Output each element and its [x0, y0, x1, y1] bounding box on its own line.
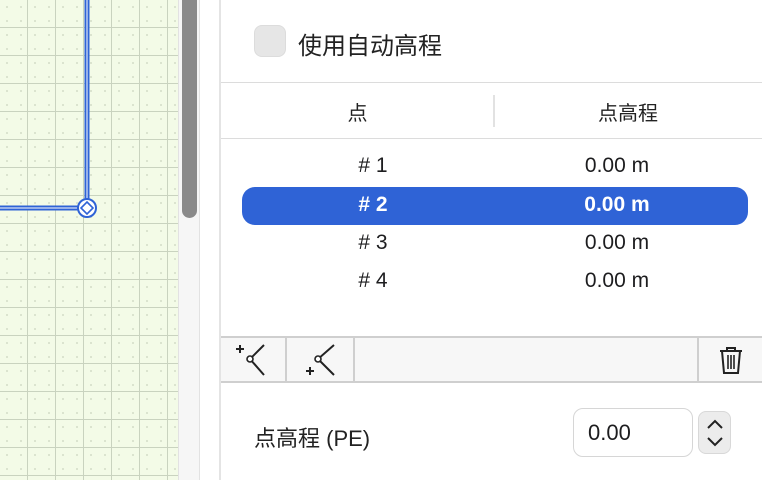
- point-id-cell: # 2: [358, 193, 388, 216]
- trash-icon: [719, 346, 742, 374]
- insert-point-after-button[interactable]: [289, 338, 355, 381]
- insert-point-before-button[interactable]: [221, 338, 287, 381]
- point-id-cell: # 3: [358, 231, 388, 254]
- column-header-elevation[interactable]: 点高程: [494, 97, 762, 126]
- point-elevation-cell: 0.00 m: [584, 231, 650, 254]
- points-table: 点 点高程 # 1 0.00 m # 2 0.00 m # 3 0.00 m # 4 0.00…: [221, 83, 762, 336]
- point-elevation-label: 点高程 (PE): [254, 426, 371, 451]
- column-header-point[interactable]: 点: [221, 97, 494, 126]
- selected-point-handle[interactable]: [77, 198, 97, 218]
- table-header: 点 点高程: [221, 83, 762, 139]
- point-id-cell: # 4: [358, 269, 388, 292]
- table-row[interactable]: # 1 0.00 m: [242, 148, 748, 186]
- point-elevation-cell: 0.00 m: [584, 154, 650, 177]
- point-elevation-row: 点高程 (PE): [221, 384, 762, 480]
- auto-elevation-label: 使用自动高程: [298, 33, 442, 60]
- point-id-cell: # 1: [358, 154, 388, 177]
- canvas-scrollbar-thumb[interactable]: [182, 0, 197, 218]
- point-elevation-field[interactable]: [573, 408, 693, 457]
- point-elevation-cell: 0.00 m: [584, 269, 650, 292]
- drawing-canvas[interactable]: [0, 0, 178, 480]
- insert-point-after-icon: [306, 343, 335, 376]
- auto-elevation-row: 使用自动高程: [221, 0, 762, 83]
- auto-elevation-checkbox[interactable]: [254, 25, 286, 57]
- delete-point-button[interactable]: [699, 338, 762, 381]
- chevron-down-icon[interactable]: [706, 435, 724, 449]
- insert-point-before-icon: [236, 343, 265, 376]
- point-elevation-stepper[interactable]: [698, 411, 731, 454]
- table-row[interactable]: # 3 0.00 m: [242, 225, 748, 263]
- toolbar-spacer: [357, 338, 699, 381]
- chevron-up-icon[interactable]: [706, 417, 724, 431]
- inspector-panel: 使用自动高程 点 点高程 # 1 0.00 m # 2 0.00 m # 3 0.00 m…: [221, 0, 762, 480]
- table-row[interactable]: # 4 0.00 m: [242, 263, 748, 301]
- point-elevation-cell: 0.00 m: [584, 193, 650, 216]
- points-toolbar: [221, 336, 762, 383]
- table-row[interactable]: # 2 0.00 m: [242, 187, 748, 225]
- wall-outline[interactable]: [0, 0, 178, 480]
